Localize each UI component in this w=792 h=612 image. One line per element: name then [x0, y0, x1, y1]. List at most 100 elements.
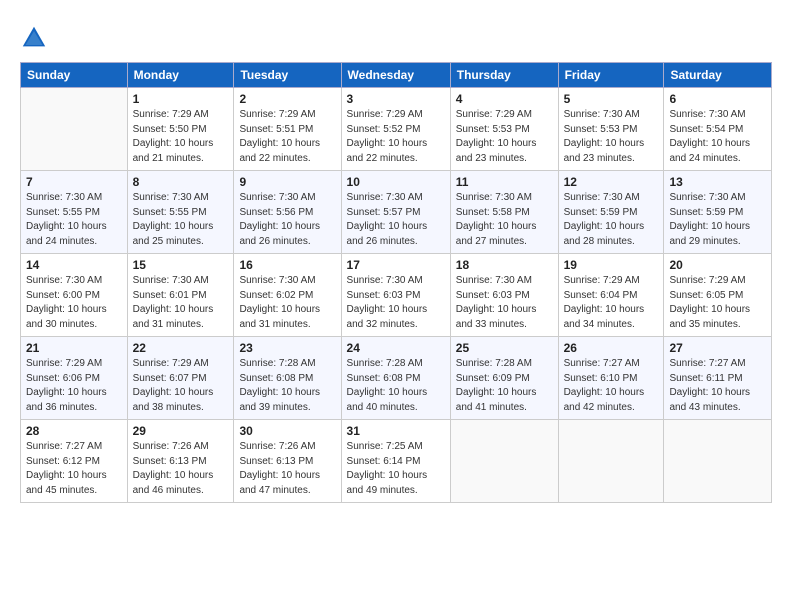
- calendar-day-cell: 7 Sunrise: 7:30 AMSunset: 5:55 PMDaylight…: [21, 171, 128, 254]
- calendar-day-cell: 27 Sunrise: 7:27 AMSunset: 6:11 PMDayligh…: [664, 337, 772, 420]
- calendar-week-row: 14 Sunrise: 7:30 AMSunset: 6:00 PMDayligh…: [21, 254, 772, 337]
- calendar-day-cell: 2 Sunrise: 7:29 AMSunset: 5:51 PMDaylight…: [234, 88, 341, 171]
- logo-icon: [20, 24, 48, 52]
- calendar-day-cell: 6 Sunrise: 7:30 AMSunset: 5:54 PMDaylight…: [664, 88, 772, 171]
- calendar-empty-cell: [664, 420, 772, 503]
- day-number: 29: [133, 424, 229, 438]
- calendar-week-row: 21 Sunrise: 7:29 AMSunset: 6:06 PMDayligh…: [21, 337, 772, 420]
- day-number: 10: [347, 175, 445, 189]
- day-number: 20: [669, 258, 766, 272]
- day-info: Sunrise: 7:30 AMSunset: 5:55 PMDaylight:…: [26, 191, 122, 249]
- page: SundayMondayTuesdayWednesdayThursdayFrid…: [0, 0, 792, 612]
- day-info: Sunrise: 7:30 AMSunset: 5:59 PMDaylight:…: [564, 191, 659, 249]
- day-info: Sunrise: 7:26 AMSunset: 6:13 PMDaylight:…: [133, 440, 229, 498]
- day-number: 25: [456, 341, 553, 355]
- calendar-day-cell: 1 Sunrise: 7:29 AMSunset: 5:50 PMDaylight…: [127, 88, 234, 171]
- day-info: Sunrise: 7:30 AMSunset: 5:54 PMDaylight:…: [669, 108, 766, 166]
- day-info: Sunrise: 7:27 AMSunset: 6:11 PMDaylight:…: [669, 357, 766, 415]
- day-number: 6: [669, 92, 766, 106]
- day-number: 12: [564, 175, 659, 189]
- col-header-thursday: Thursday: [450, 63, 558, 88]
- day-info: Sunrise: 7:30 AMSunset: 5:57 PMDaylight:…: [347, 191, 445, 249]
- calendar-day-cell: 18Sunrise: 7:30 AMSunset: 6:03 PMDayligh…: [450, 254, 558, 337]
- day-info: Sunrise: 7:29 AMSunset: 6:05 PMDaylight:…: [669, 274, 766, 332]
- day-info: Sunrise: 7:29 AMSunset: 6:07 PMDaylight:…: [133, 357, 229, 415]
- day-info: Sunrise: 7:25 AMSunset: 6:14 PMDaylight:…: [347, 440, 445, 498]
- day-number: 7: [26, 175, 122, 189]
- day-number: 2: [239, 92, 335, 106]
- calendar-day-cell: 16 Sunrise: 7:30 AMSunset: 6:02 PMDayligh…: [234, 254, 341, 337]
- day-number: 28: [26, 424, 122, 438]
- calendar-day-cell: 25 Sunrise: 7:28 AMSunset: 6:09 PMDayligh…: [450, 337, 558, 420]
- day-number: 17: [347, 258, 445, 272]
- day-number: 13: [669, 175, 766, 189]
- day-info: Sunrise: 7:29 AMSunset: 5:53 PMDaylight:…: [456, 108, 553, 166]
- calendar-day-cell: 9 Sunrise: 7:30 AMSunset: 5:56 PMDaylight…: [234, 171, 341, 254]
- calendar-day-cell: 17 Sunrise: 7:30 AMSunset: 6:03 PMDayligh…: [341, 254, 450, 337]
- day-info: Sunrise: 7:30 AMSunset: 5:55 PMDaylight:…: [133, 191, 229, 249]
- calendar-week-row: 7 Sunrise: 7:30 AMSunset: 5:55 PMDaylight…: [21, 171, 772, 254]
- calendar-day-cell: 21 Sunrise: 7:29 AMSunset: 6:06 PMDayligh…: [21, 337, 128, 420]
- logo: [20, 22, 50, 52]
- day-number: 9: [239, 175, 335, 189]
- day-info: Sunrise: 7:30 AMSunset: 5:59 PMDaylight:…: [669, 191, 766, 249]
- day-number: 11: [456, 175, 553, 189]
- calendar-day-cell: 29 Sunrise: 7:26 AMSunset: 6:13 PMDayligh…: [127, 420, 234, 503]
- day-number: 23: [239, 341, 335, 355]
- col-header-sunday: Sunday: [21, 63, 128, 88]
- calendar-day-cell: 15 Sunrise: 7:30 AMSunset: 6:01 PMDayligh…: [127, 254, 234, 337]
- day-number: 22: [133, 341, 229, 355]
- day-number: 21: [26, 341, 122, 355]
- day-info: Sunrise: 7:30 AMSunset: 5:58 PMDaylight:…: [456, 191, 553, 249]
- day-info: Sunrise: 7:30 AMSunset: 5:53 PMDaylight:…: [564, 108, 659, 166]
- day-info: Sunrise: 7:30 AMSunset: 6:02 PMDaylight:…: [239, 274, 335, 332]
- calendar-day-cell: 31 Sunrise: 7:25 AMSunset: 6:14 PMDayligh…: [341, 420, 450, 503]
- day-info: Sunrise: 7:27 AMSunset: 6:10 PMDaylight:…: [564, 357, 659, 415]
- day-info: Sunrise: 7:29 AMSunset: 5:50 PMDaylight:…: [133, 108, 229, 166]
- day-number: 1: [133, 92, 229, 106]
- calendar-empty-cell: [21, 88, 128, 171]
- calendar-day-cell: 30Sunrise: 7:26 AMSunset: 6:13 PMDayligh…: [234, 420, 341, 503]
- day-number: 31: [347, 424, 445, 438]
- day-number: 15: [133, 258, 229, 272]
- day-info: Sunrise: 7:30 AMSunset: 6:01 PMDaylight:…: [133, 274, 229, 332]
- day-number: 16: [239, 258, 335, 272]
- col-header-tuesday: Tuesday: [234, 63, 341, 88]
- day-number: 27: [669, 341, 766, 355]
- col-header-monday: Monday: [127, 63, 234, 88]
- day-info: Sunrise: 7:29 AMSunset: 6:06 PMDaylight:…: [26, 357, 122, 415]
- day-number: 19: [564, 258, 659, 272]
- day-info: Sunrise: 7:29 AMSunset: 5:51 PMDaylight:…: [239, 108, 335, 166]
- calendar-empty-cell: [450, 420, 558, 503]
- calendar-day-cell: 11 Sunrise: 7:30 AMSunset: 5:58 PMDayligh…: [450, 171, 558, 254]
- calendar-day-cell: 22 Sunrise: 7:29 AMSunset: 6:07 PMDayligh…: [127, 337, 234, 420]
- day-info: Sunrise: 7:30 AMSunset: 5:56 PMDaylight:…: [239, 191, 335, 249]
- calendar-empty-cell: [558, 420, 664, 503]
- day-info: Sunrise: 7:30 AMSunset: 6:00 PMDaylight:…: [26, 274, 122, 332]
- calendar-day-cell: 10 Sunrise: 7:30 AMSunset: 5:57 PMDayligh…: [341, 171, 450, 254]
- calendar-day-cell: 20 Sunrise: 7:29 AMSunset: 6:05 PMDayligh…: [664, 254, 772, 337]
- calendar-day-cell: 8 Sunrise: 7:30 AMSunset: 5:55 PMDaylight…: [127, 171, 234, 254]
- col-header-saturday: Saturday: [664, 63, 772, 88]
- day-info: Sunrise: 7:29 AMSunset: 6:04 PMDaylight:…: [564, 274, 659, 332]
- calendar-day-cell: 19 Sunrise: 7:29 AMSunset: 6:04 PMDayligh…: [558, 254, 664, 337]
- day-info: Sunrise: 7:28 AMSunset: 6:08 PMDaylight:…: [347, 357, 445, 415]
- day-number: 5: [564, 92, 659, 106]
- day-info: Sunrise: 7:27 AMSunset: 6:12 PMDaylight:…: [26, 440, 122, 498]
- header: [20, 18, 772, 52]
- calendar-day-cell: 28 Sunrise: 7:27 AMSunset: 6:12 PMDayligh…: [21, 420, 128, 503]
- calendar-day-cell: 23Sunrise: 7:28 AMSunset: 6:08 PMDayligh…: [234, 337, 341, 420]
- day-info: Sunrise: 7:28 AMSunset: 6:09 PMDaylight:…: [456, 357, 553, 415]
- calendar-table: SundayMondayTuesdayWednesdayThursdayFrid…: [20, 62, 772, 503]
- day-number: 24: [347, 341, 445, 355]
- calendar-day-cell: 14 Sunrise: 7:30 AMSunset: 6:00 PMDayligh…: [21, 254, 128, 337]
- day-info: Sunrise: 7:29 AMSunset: 5:52 PMDaylight:…: [347, 108, 445, 166]
- calendar-day-cell: 24 Sunrise: 7:28 AMSunset: 6:08 PMDayligh…: [341, 337, 450, 420]
- day-number: 14: [26, 258, 122, 272]
- day-info: Sunrise: 7:30 AMSunset: 6:03 PMDaylight:…: [347, 274, 445, 332]
- calendar-day-cell: 5 Sunrise: 7:30 AMSunset: 5:53 PMDaylight…: [558, 88, 664, 171]
- day-number: 8: [133, 175, 229, 189]
- day-number: 30: [239, 424, 335, 438]
- calendar-day-cell: 4Sunrise: 7:29 AMSunset: 5:53 PMDaylight…: [450, 88, 558, 171]
- col-header-friday: Friday: [558, 63, 664, 88]
